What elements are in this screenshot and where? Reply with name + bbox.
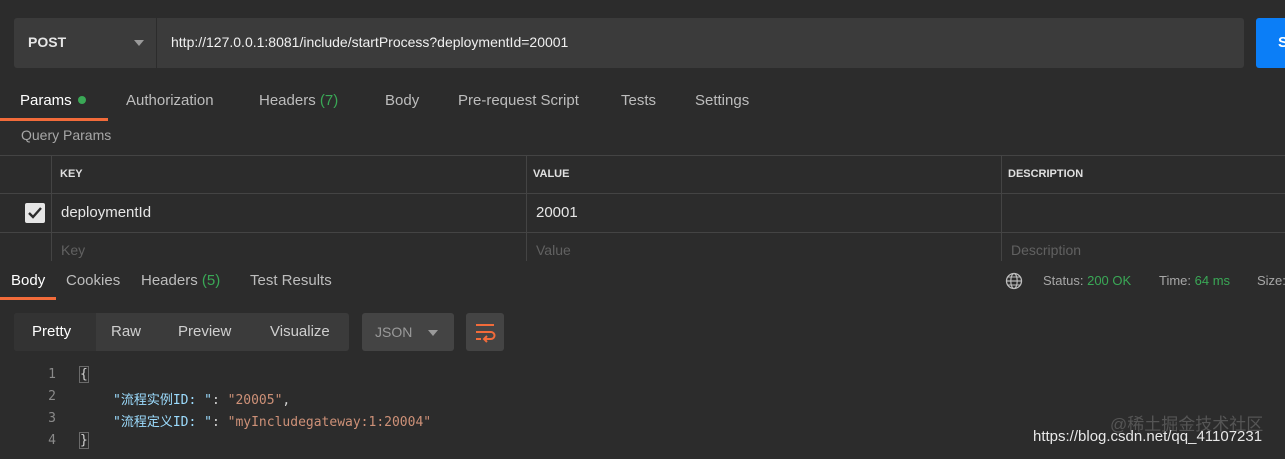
column-header-key: KEY [60,168,83,180]
view-mode-group: Pretty Raw Preview Visualize [14,313,349,351]
tab-authorization[interactable]: Authorization [126,92,214,109]
time-value[interactable]: 64 ms [1195,273,1230,288]
param-enabled-checkbox[interactable] [25,203,45,223]
table-border [526,155,527,261]
time-label-text: Time: [1159,273,1192,288]
view-pretty-button[interactable]: Pretty [32,323,71,340]
query-params-title: Query Params [21,127,112,143]
status-label-text: Status: [1043,273,1084,288]
table-border [51,155,52,261]
table-border [0,193,1285,194]
tab-response-headers[interactable]: Headers (5) [141,272,220,289]
tab-cookies[interactable]: Cookies [66,272,120,289]
line-number: 1 [48,367,56,382]
json-value: "myIncludegateway:1:20004" [227,415,432,430]
chevron-down-icon [428,330,438,336]
json-sep: : [211,415,228,430]
send-button-label: S [1278,34,1285,51]
response-headers-count: (5) [201,272,221,289]
json-sep: : [211,393,228,408]
response-tabs: Body Cookies Headers (5) Test Results St… [0,261,1285,301]
tab-headers-label: Headers [259,92,316,109]
wrap-lines-button[interactable] [466,313,504,351]
json-comma: , [282,393,291,408]
column-header-description: DESCRIPTION [1008,168,1084,180]
tab-params-label: Params [20,92,72,109]
view-visualize-button[interactable]: Visualize [270,323,330,340]
param-key-cell[interactable]: deploymentId [61,204,151,221]
code-line: "流程定义ID: ": "myIncludegateway:1:20004" [113,411,431,430]
tab-pre-request-script[interactable]: Pre-request Script [458,92,579,109]
line-number: 4 [48,433,56,448]
code-line: "流程实例ID: ": "20005", [113,389,290,408]
key-placeholder-input[interactable]: Key [61,242,85,258]
format-label: JSON [375,324,413,340]
tab-test-results[interactable]: Test Results [250,272,332,289]
wrap-lines-icon [476,324,496,343]
tab-settings[interactable]: Settings [695,92,749,109]
tab-tests[interactable]: Tests [621,92,656,109]
method-select[interactable]: POST [14,18,157,68]
status-dot-icon [77,96,86,105]
tab-response-body[interactable]: Body [11,272,45,289]
active-response-tab-indicator [0,297,56,300]
value-placeholder-input[interactable]: Value [536,242,571,258]
url-input[interactable]: http://127.0.0.1:8081/include/startProce… [171,34,568,50]
code-line: } [79,432,89,449]
method-label: POST [28,34,67,50]
status-value[interactable]: 200 OK [1087,273,1131,288]
chevron-down-icon [134,40,144,46]
size-label[interactable]: Size: [1257,273,1285,288]
table-border [1001,155,1002,261]
tab-response-headers-label: Headers [141,272,198,289]
request-tabs: Params Authorization Headers (7) Body Pr… [0,88,1285,122]
code-line: { [79,366,89,383]
time-label: Time: 64 ms [1159,273,1230,288]
table-border [0,232,1285,233]
watermark-url: https://blog.csdn.net/qq_41107231 [1033,428,1263,445]
line-number: 2 [48,389,56,404]
json-key: "流程定义ID: " [113,415,212,430]
status-label: Status: 200 OK [1043,273,1131,288]
json-key: "流程实例ID: " [113,393,212,408]
params-table: KEY VALUE DESCRIPTION deploymentId 20001… [0,155,1285,261]
send-button[interactable]: S [1256,18,1285,68]
line-number: 3 [48,411,56,426]
active-tab-indicator [0,118,108,121]
description-placeholder-input[interactable]: Description [1011,242,1081,258]
json-value: "20005" [227,393,283,408]
view-preview-button[interactable]: Preview [178,323,231,340]
tab-body[interactable]: Body [385,92,419,109]
column-header-value: VALUE [533,168,570,180]
request-bar: POST http://127.0.0.1:8081/include/start… [14,18,1244,68]
view-raw-button[interactable]: Raw [111,323,141,340]
table-border [0,155,1285,156]
tab-headers[interactable]: Headers (7) [259,92,338,109]
headers-count: (7) [319,92,339,109]
tab-params[interactable]: Params [20,92,86,109]
check-icon [28,207,42,219]
globe-icon[interactable] [1005,272,1023,290]
format-select[interactable]: JSON [362,313,454,351]
param-value-cell[interactable]: 20001 [536,204,578,221]
